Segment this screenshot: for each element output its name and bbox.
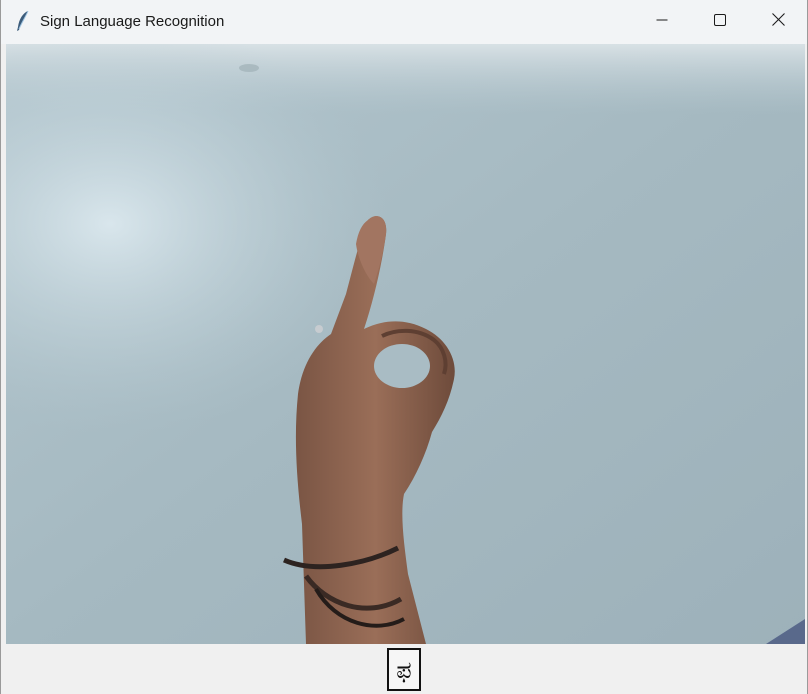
result-bar: ಫ — [1, 644, 807, 694]
app-window: Sign Language Recognition ಫ — [0, 0, 808, 694]
close-button[interactable] — [749, 0, 807, 44]
maximize-icon — [714, 13, 726, 31]
predicted-character: ಫ — [387, 648, 421, 691]
feather-icon — [15, 10, 31, 32]
minimize-icon — [656, 13, 668, 31]
maximize-button[interactable] — [691, 0, 749, 44]
title-bar[interactable]: Sign Language Recognition — [1, 0, 807, 44]
close-icon — [771, 13, 785, 31]
camera-feed — [6, 44, 805, 644]
minimize-button[interactable] — [633, 0, 691, 44]
window-title: Sign Language Recognition — [40, 13, 225, 30]
